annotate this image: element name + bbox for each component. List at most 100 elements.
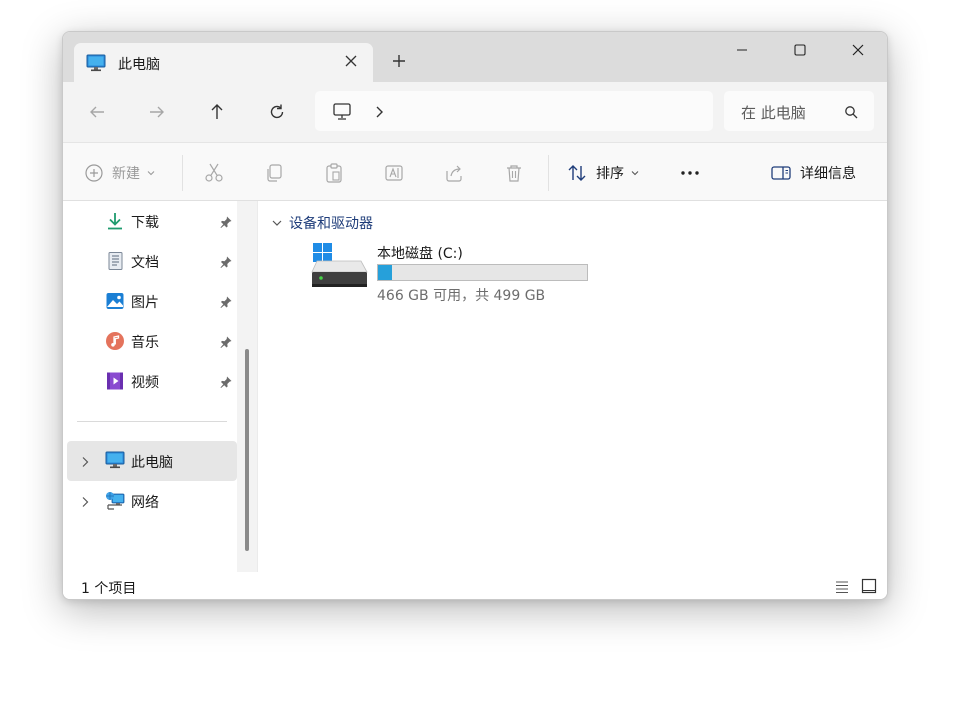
- drive-name: 本地磁盘 (C:): [377, 246, 463, 262]
- status-bar: 1 个项目: [63, 572, 887, 599]
- command-bar: 新建 排序 详细信息: [63, 142, 887, 201]
- music-icon: [105, 331, 125, 351]
- chevron-down-icon: [272, 220, 282, 226]
- details-view-icon[interactable]: [834, 579, 850, 599]
- new-label: 新建: [112, 166, 140, 182]
- file-explorer-window: 此电脑 在 此电脑 新建 排序 详细信息 下载 文档 图片 音乐 视频 此电脑 …: [62, 31, 888, 600]
- sort-button[interactable]: 排序: [566, 161, 640, 185]
- share-button[interactable]: [443, 161, 465, 185]
- hard-drive-windows-icon: [311, 243, 369, 295]
- rename-icon: [385, 165, 403, 181]
- minimize-button[interactable]: [713, 32, 771, 68]
- sidebar-item-pictures[interactable]: 图片: [63, 281, 237, 321]
- chevron-down-icon: [631, 171, 639, 176]
- maximize-icon: [794, 44, 806, 56]
- new-tab-icon[interactable]: [389, 51, 409, 71]
- details-label: 详细信息: [800, 166, 856, 182]
- more-options-button[interactable]: [678, 161, 702, 185]
- refresh-icon: [270, 104, 284, 119]
- tab-title: 此电脑: [118, 57, 160, 73]
- new-button[interactable]: 新建: [84, 161, 156, 185]
- tab-this-pc[interactable]: 此电脑: [74, 43, 373, 82]
- tab-close-icon[interactable]: [343, 53, 359, 69]
- address-bar[interactable]: [315, 91, 713, 131]
- arrow-left-icon: [90, 106, 104, 118]
- command-separator: [182, 155, 183, 191]
- cut-button[interactable]: [203, 161, 225, 185]
- share-icon: [446, 165, 462, 182]
- sidebar-item-downloads[interactable]: 下载: [63, 201, 237, 241]
- network-icon: [105, 491, 125, 511]
- sidebar-item-label: 图片: [131, 295, 159, 311]
- more-dots-icon: [681, 171, 699, 175]
- sidebar-item-label: 下载: [131, 215, 159, 231]
- scrollbar-thumb[interactable]: [245, 349, 249, 551]
- close-button[interactable]: [829, 32, 887, 68]
- item-count: 1 个项目: [81, 581, 137, 597]
- navigation-pane: 下载 文档 图片 音乐 视频 此电脑 网络: [63, 201, 258, 572]
- copy-button[interactable]: [263, 161, 285, 185]
- pc-outline-icon[interactable]: [332, 102, 352, 126]
- group-label: 设备和驱动器: [289, 216, 373, 232]
- chevron-right-icon[interactable]: [79, 454, 91, 473]
- document-icon: [105, 251, 125, 271]
- sort-icon: [568, 165, 586, 181]
- tiles-view-icon[interactable]: [861, 578, 877, 598]
- pin-icon[interactable]: [219, 374, 233, 393]
- search-placeholder: 在 此电脑: [741, 104, 806, 122]
- drive-usage-bar: [377, 264, 588, 281]
- address-row: 在 此电脑: [63, 82, 887, 142]
- details-pane-button[interactable]: 详细信息: [770, 161, 856, 185]
- paste-button[interactable]: [323, 161, 345, 185]
- sidebar-item-network[interactable]: 网络: [63, 481, 237, 521]
- scissors-icon: [205, 163, 223, 182]
- breadcrumb-chevron-icon[interactable]: [373, 104, 387, 123]
- arrow-right-icon: [150, 106, 164, 118]
- pin-icon[interactable]: [219, 254, 233, 273]
- minimize-icon: [737, 49, 747, 51]
- forward-button[interactable]: [145, 100, 169, 124]
- group-header-devices[interactable]: 设备和驱动器: [271, 213, 373, 233]
- sidebar-item-label: 音乐: [131, 335, 159, 351]
- rename-button[interactable]: [383, 161, 405, 185]
- pictures-icon: [105, 291, 125, 311]
- sidebar-item-label: 视频: [131, 375, 159, 391]
- drive-free-space: 466 GB 可用，共 499 GB: [377, 288, 546, 304]
- search-icon[interactable]: [844, 104, 858, 123]
- drive-tile[interactable]: 本地磁盘 (C:) 466 GB 可用，共 499 GB: [311, 241, 601, 307]
- pin-icon[interactable]: [219, 334, 233, 353]
- title-bar: 此电脑: [63, 32, 887, 82]
- content-pane: 设备和驱动器 本地磁盘 (C:) 466 GB 可用，共 499 GB: [259, 201, 887, 572]
- command-separator: [548, 155, 549, 191]
- delete-button[interactable]: [503, 161, 525, 185]
- arrow-up-icon: [211, 104, 223, 119]
- maximize-button[interactable]: [771, 32, 829, 68]
- close-icon: [852, 44, 864, 56]
- sidebar-item-documents[interactable]: 文档: [63, 241, 237, 281]
- sidebar-item-label: 网络: [131, 495, 159, 511]
- sidebar-item-videos[interactable]: 视频: [63, 361, 237, 401]
- download-icon: [105, 211, 125, 231]
- sidebar-item-this-pc[interactable]: 此电脑: [67, 441, 237, 481]
- sidebar-scrollbar[interactable]: [237, 201, 258, 572]
- up-button[interactable]: [205, 100, 229, 124]
- back-button[interactable]: [85, 100, 109, 124]
- sidebar-item-label: 此电脑: [131, 455, 173, 471]
- chevron-right-icon[interactable]: [79, 494, 91, 513]
- trash-icon: [507, 165, 521, 182]
- pin-icon[interactable]: [219, 214, 233, 233]
- search-box[interactable]: 在 此电脑: [724, 91, 874, 131]
- computer-monitor-icon: [105, 451, 125, 471]
- computer-monitor-icon: [86, 54, 106, 76]
- copy-icon: [267, 164, 282, 182]
- video-icon: [105, 371, 125, 391]
- sort-label: 排序: [596, 166, 624, 182]
- details-pane-icon: [771, 166, 791, 180]
- chevron-down-icon: [147, 171, 155, 176]
- add-circle-icon: [85, 164, 103, 182]
- pin-icon[interactable]: [219, 294, 233, 313]
- sidebar-item-music[interactable]: 音乐: [63, 321, 237, 361]
- refresh-button[interactable]: [265, 100, 289, 124]
- sidebar-divider: [77, 421, 227, 422]
- sidebar-item-label: 文档: [131, 255, 159, 271]
